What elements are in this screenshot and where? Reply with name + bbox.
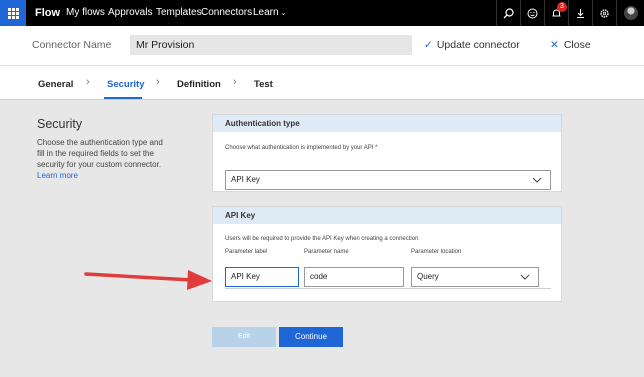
authentication-heading: Authentication type [213, 115, 561, 132]
learn-more-link[interactable]: Learn more [37, 171, 78, 180]
tab-definition[interactable]: Definition [177, 79, 221, 90]
chevron-right-icon: › [156, 76, 160, 88]
brand-flow[interactable]: Flow [35, 0, 60, 26]
gear-icon[interactable] [592, 0, 616, 26]
api-key-card: API Key Users will be required to provid… [212, 206, 562, 302]
tab-general[interactable]: General [38, 79, 73, 90]
nav-templates[interactable]: Templates [156, 0, 202, 26]
active-tab-indicator [104, 97, 142, 99]
parameter-name-header: Parameter name [304, 249, 349, 255]
main-content: Security Choose the authentication type … [0, 100, 644, 377]
chevron-right-icon: › [233, 76, 237, 88]
parameter-location-select[interactable]: Query [411, 267, 539, 287]
app-launcher-icon[interactable] [0, 0, 26, 26]
chevron-down-icon [532, 171, 542, 195]
auth-type-label: Choose what authentication is implemente… [225, 145, 378, 151]
parameter-label-input[interactable]: API Key [225, 267, 299, 287]
section-description: Choose the authentication type and fill … [37, 137, 167, 181]
close-icon: ✕ [550, 39, 559, 51]
tab-test[interactable]: Test [254, 79, 273, 90]
update-connector-label: Update connector [436, 39, 520, 51]
tab-security[interactable]: Security [107, 79, 145, 90]
parameter-name-input[interactable]: code [304, 267, 404, 287]
checkmark-icon: ✓ [424, 39, 433, 51]
row-divider [225, 288, 551, 289]
download-icon[interactable] [568, 0, 592, 26]
close-label: Close [563, 39, 591, 51]
search-icon[interactable] [496, 0, 520, 26]
avatar[interactable] [616, 0, 644, 26]
nav-approvals[interactable]: Approvals [108, 0, 152, 26]
connector-name-label: Connector Name [32, 39, 112, 51]
continue-button[interactable]: Continue [279, 327, 343, 347]
parameter-label-header: Parameter label [225, 249, 268, 255]
auth-type-value: API Key [231, 175, 260, 184]
edit-button[interactable]: Edit [212, 327, 276, 347]
notification-badge: 3 [557, 2, 567, 12]
smiley-icon[interactable] [520, 0, 544, 26]
annotation-arrow-icon [84, 270, 212, 290]
top-nav: Flow My flows Approvals Templates Connec… [0, 0, 644, 26]
wizard-tabs: General › Security › Definition › Test [0, 67, 644, 100]
update-connector-button[interactable]: ✓ Update connector [424, 39, 520, 51]
api-key-note: Users will be required to provide the AP… [225, 236, 419, 242]
connector-header: Connector Name Mr Provision ✓ Update conn… [0, 26, 644, 66]
section-title: Security [37, 117, 83, 131]
chevron-down-icon: ⌄ [280, 10, 287, 17]
close-button[interactable]: ✕ Close [550, 39, 591, 51]
parameter-location-value: Query [417, 272, 439, 281]
nav-my-flows[interactable]: My flows [66, 0, 105, 26]
auth-type-select[interactable]: API Key [225, 170, 551, 190]
chevron-right-icon: › [86, 76, 90, 88]
user-avatar-icon [623, 6, 638, 20]
nav-connectors[interactable]: Connectors [201, 0, 252, 26]
authentication-card: Authentication type Choose what authenti… [212, 114, 562, 192]
bell-icon[interactable]: 3 [544, 0, 568, 26]
api-key-heading: API Key [213, 207, 561, 224]
section-description-text: Choose the authentication type and fill … [37, 138, 163, 169]
nav-learn-label: Learn [253, 7, 279, 18]
connector-name-input[interactable]: Mr Provision [130, 35, 412, 55]
nav-learn[interactable]: Learn ⌄ [253, 0, 286, 26]
parameter-location-header: Parameter location [411, 249, 462, 255]
